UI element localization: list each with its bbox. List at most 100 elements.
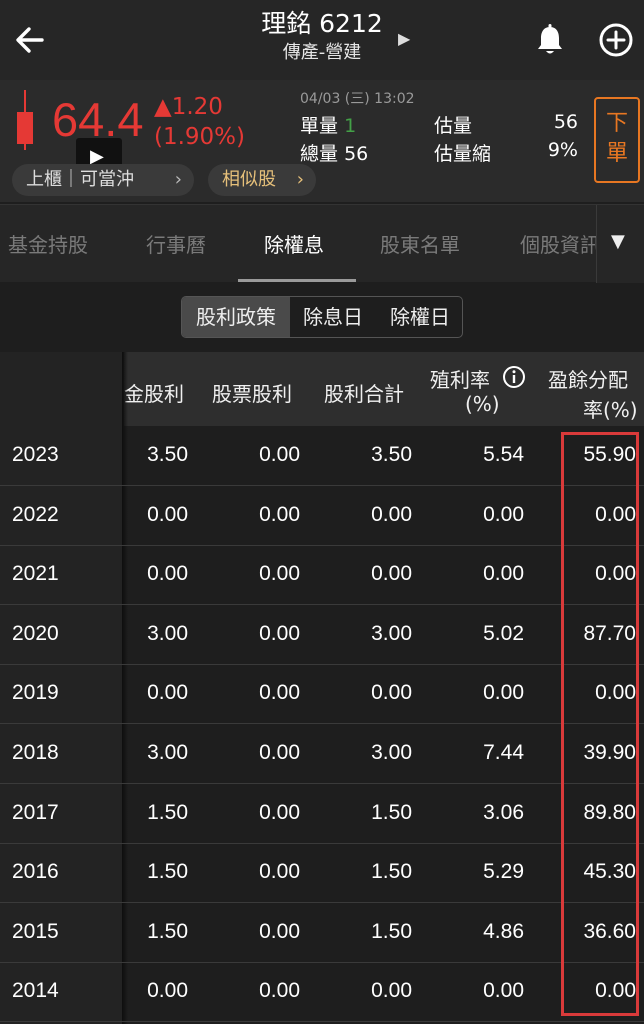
- section-tabs: 基金持股 行事曆 除權息 股東名單 個股資訊 ▼: [0, 204, 644, 283]
- total-volume-label: 總量: [300, 143, 339, 165]
- quote-datetime: 04/03 (三) 13:02: [300, 91, 415, 107]
- cell-stock: 0.00: [259, 860, 300, 884]
- cell-yield: 5.02: [483, 621, 524, 645]
- cell-year: 2022: [12, 502, 59, 526]
- similar-stocks-pill[interactable]: 相似股 ›: [208, 164, 316, 196]
- quote-panel: 64.4 ▲1.20 (1.90%) ▶ 04/03 (三) 13:02 單量 …: [0, 80, 644, 202]
- cell-yield: 0.00: [483, 681, 524, 705]
- chevron-right-icon: ›: [296, 169, 304, 190]
- cell-total: 0.00: [371, 562, 412, 586]
- est-shrink-value: 9%: [547, 139, 578, 161]
- col-header-yield-unit: (%): [465, 392, 500, 416]
- table-row[interactable]: 2018 3.00 0.00 3.00 7.44 39.90: [0, 725, 644, 784]
- cell-yield: 0.00: [483, 562, 524, 586]
- cell-yield: 5.54: [483, 443, 524, 466]
- cell-total: 1.50: [371, 919, 412, 943]
- table-row[interactable]: 2019 0.00 0.00 0.00 0.00 0.00: [0, 665, 644, 725]
- cell-stock: 0.00: [259, 562, 300, 586]
- cell-cash: 3.00: [147, 741, 188, 764]
- cell-cash: 0.00: [147, 979, 188, 1003]
- table-row[interactable]: 2020 3.00 0.00 3.00 5.02 87.70: [0, 606, 644, 665]
- cell-year: 2019: [12, 681, 59, 705]
- cell-total: 0.00: [371, 502, 412, 526]
- bell-icon[interactable]: [530, 20, 570, 60]
- cell-cash: 0.00: [147, 562, 188, 586]
- cell-cash: 1.50: [147, 919, 188, 943]
- table-row[interactable]: 2022 0.00 0.00 0.00 0.00 0.00: [0, 487, 644, 546]
- active-tab-indicator: [238, 279, 356, 282]
- cell-cash: 3.50: [147, 443, 188, 466]
- segment-ex-dividend-date[interactable]: 除息日: [290, 297, 376, 337]
- cell-year: 2020: [12, 621, 59, 645]
- price-change-percent: (1.90%): [154, 124, 246, 150]
- cell-year: 2014: [12, 979, 59, 1003]
- cell-stock: 0.00: [259, 979, 300, 1003]
- est-volume-label: 估量: [434, 115, 473, 137]
- cell-yield: 0.00: [483, 979, 524, 1003]
- cell-total: 1.50: [371, 860, 412, 884]
- cell-total: 0.00: [371, 681, 412, 705]
- candlestick-icon: [17, 90, 33, 150]
- cell-yield: 0.00: [483, 502, 524, 526]
- table-row[interactable]: 2014 0.00 0.00 0.00 0.00 0.00: [0, 963, 644, 1023]
- cell-cash: 1.50: [147, 860, 188, 884]
- tab-stock-info[interactable]: 個股資訊: [520, 229, 600, 258]
- table-row[interactable]: 2021 0.00 0.00 0.00 0.00 0.00: [0, 546, 644, 606]
- similar-stocks-label: 相似股: [222, 169, 276, 190]
- total-volume: 總量 56: [300, 139, 368, 166]
- table-row[interactable]: 2023 3.50 0.00 3.50 5.54 55.90: [0, 427, 644, 486]
- info-icon[interactable]: [502, 365, 526, 389]
- est-volume-value: 56: [553, 111, 578, 133]
- market-type-label: 上櫃｜可當沖: [26, 169, 134, 190]
- table-row[interactable]: 2017 1.50 0.00 1.50 3.06 89.80: [0, 785, 644, 844]
- cell-stock: 0.00: [259, 502, 300, 526]
- cell-cash: 1.50: [147, 800, 188, 824]
- cell-stock: 0.00: [259, 800, 300, 824]
- cell-stock: 0.00: [259, 741, 300, 764]
- dropdown-triangle-icon: ▼: [611, 231, 625, 252]
- tabs-more-button[interactable]: ▼: [596, 205, 644, 283]
- cell-cash: 3.00: [147, 621, 188, 645]
- tab-fund-holdings[interactable]: 基金持股: [8, 229, 88, 258]
- cell-total: 0.00: [371, 979, 412, 1003]
- cell-stock: 0.00: [259, 621, 300, 645]
- cell-total: 3.00: [371, 621, 412, 645]
- segment-dividend-policy[interactable]: 股利政策: [182, 297, 290, 337]
- col-header-total-dividend: 股利合計: [324, 382, 404, 406]
- cell-year: 2021: [12, 562, 59, 586]
- market-type-pill[interactable]: 上櫃｜可當沖 ›: [12, 164, 194, 196]
- segment-ex-rights-date[interactable]: 除權日: [376, 297, 462, 337]
- place-order-button[interactable]: 下 單: [594, 97, 640, 183]
- cell-stock: 0.00: [259, 919, 300, 943]
- next-stock-icon[interactable]: ▶: [398, 29, 410, 48]
- cell-yield: 3.06: [483, 800, 524, 824]
- dividend-view-segment: 股利政策 除息日 除權日: [181, 296, 463, 338]
- cell-total: 3.00: [371, 741, 412, 764]
- unit-volume-value: 1: [344, 115, 357, 137]
- total-volume-value: 56: [344, 143, 369, 165]
- cell-stock: 0.00: [259, 443, 300, 466]
- unit-volume: 單量 1: [300, 111, 356, 138]
- add-circle-icon[interactable]: [596, 20, 636, 60]
- cell-year: 2016: [12, 860, 59, 884]
- cell-cash: 0.00: [147, 502, 188, 526]
- col-header-payout-unit: 率(%): [583, 398, 638, 422]
- cell-cash: 0.00: [147, 681, 188, 705]
- tab-ex-dividend[interactable]: 除權息: [264, 229, 324, 258]
- cell-stock: 0.00: [259, 681, 300, 705]
- col-header-yield: 殖利率: [430, 368, 490, 392]
- cell-total: 3.50: [371, 443, 412, 466]
- order-label-bottom: 單: [605, 141, 628, 166]
- table-row[interactable]: 2016 1.50 0.00 1.50 5.29 45.30: [0, 844, 644, 904]
- chevron-right-icon: ›: [174, 169, 182, 190]
- est-shrink-label: 估量縮: [434, 143, 492, 165]
- cell-year: 2018: [12, 741, 59, 764]
- cell-year: 2017: [12, 800, 59, 824]
- tab-calendar[interactable]: 行事曆: [146, 229, 206, 258]
- table-row[interactable]: 2015 1.50 0.00 1.50 4.86 36.60: [0, 904, 644, 963]
- col-header-stock-dividend: 股票股利: [212, 382, 292, 406]
- cell-year: 2023: [12, 443, 59, 466]
- price-change: ▲1.20: [154, 94, 223, 120]
- tab-shareholders[interactable]: 股東名單: [380, 229, 460, 258]
- app-header: 理銘 6212 傳產-營建 ▶: [0, 0, 644, 80]
